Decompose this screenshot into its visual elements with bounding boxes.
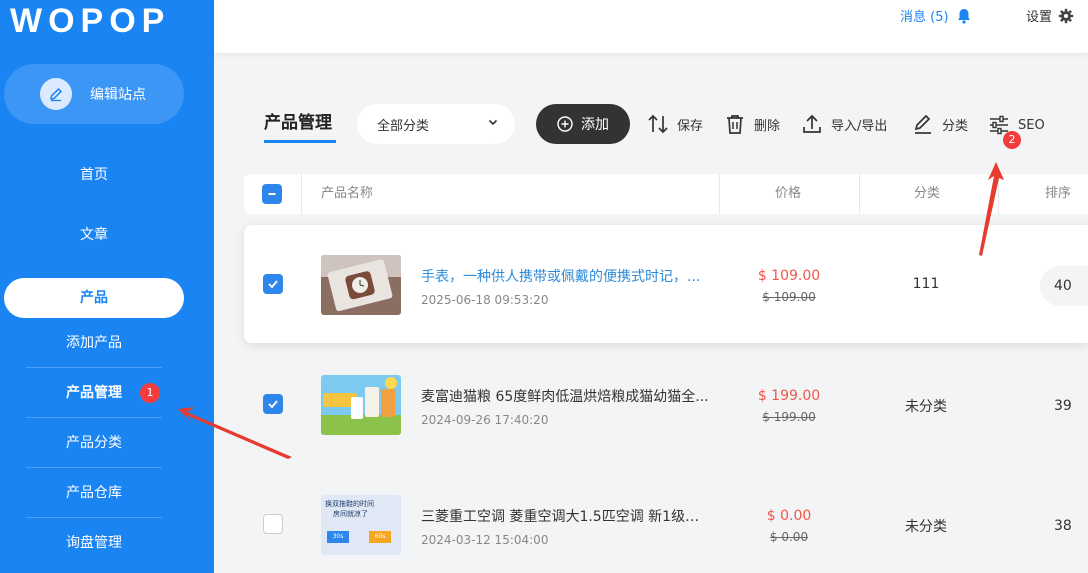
delete-label: 删除 (754, 118, 781, 134)
product-name[interactable]: 麦富迪猫粮 65度鲜肉低温烘焙粮成猫幼猫全... (421, 386, 711, 406)
thumb-tag-30s: 30s (327, 531, 349, 543)
table-header: 产品名称 价格 分类 排序 (244, 174, 1088, 239)
thumb-tag-60s: 60s (369, 531, 391, 543)
column-sort-label: 排序 (1045, 186, 1072, 201)
table-row[interactable]: 麦富迪猫粮 65度鲜肉低温烘焙粮成猫幼猫全... 2024-09-26 17:4… (244, 345, 1088, 463)
table-row[interactable]: 手表，一种供人携带或佩戴的便携式时记，... 2025-06-18 09:53:… (244, 225, 1088, 343)
nav-products[interactable]: 产品 (4, 278, 184, 318)
sort-arrows-icon (648, 114, 668, 134)
nav-home[interactable]: 首页 (4, 164, 184, 184)
product-category: 111 (912, 276, 940, 292)
sidebar: WOPOP 编辑站点 首页 文章 产品 添加产品 产品管理 1 产品分类 产品仓… (0, 0, 214, 573)
bell-icon (957, 8, 970, 24)
tab-product-manage[interactable]: 产品管理 (264, 108, 332, 133)
classify-button[interactable]: 分类 (912, 113, 968, 135)
column-divider (301, 174, 302, 214)
top-bar: 消息 (5) 设置 (214, 0, 1088, 53)
select-all-checkbox[interactable] (262, 184, 282, 204)
plus-circle-icon (557, 116, 573, 132)
column-divider (859, 174, 860, 214)
product-date: 2024-03-12 15:04:00 (421, 533, 549, 547)
row-checkbox[interactable] (263, 514, 283, 534)
nav-articles[interactable]: 文章 (4, 224, 184, 244)
product-original-price: $ 109.00 (762, 290, 816, 304)
upload-icon (803, 114, 821, 133)
edit-site-label: 编辑站点 (90, 87, 146, 103)
product-date: 2024-09-26 17:40:20 (421, 413, 549, 427)
chevron-down-icon (488, 119, 498, 126)
save-label: 保存 (677, 118, 704, 134)
product-price: $ 0.00 (766, 508, 812, 524)
tab-underline (264, 140, 336, 143)
add-button[interactable]: 添加 (536, 104, 630, 144)
row-checkbox[interactable] (263, 274, 283, 294)
sort-input[interactable]: 38 (1040, 506, 1088, 546)
import-export-button[interactable]: 导入/导出 (801, 113, 887, 135)
add-button-label: 添加 (581, 117, 609, 133)
annotation-badge-2: 2 (1003, 131, 1021, 149)
column-price: 价格 (775, 186, 802, 201)
sub-product-warehouse[interactable]: 产品仓库 (26, 468, 162, 518)
product-original-price: $ 199.00 (762, 410, 816, 424)
classify-label: 分类 (942, 118, 969, 134)
table-row[interactable]: 换双拖鞋的时间 房间就凉了 30s 60s 三菱重工空调 菱重空调大1.5匹空调… (244, 465, 1088, 573)
category-select[interactable]: 全部分类 (357, 104, 515, 144)
edit-site-button[interactable]: 编辑站点 (4, 64, 184, 124)
product-name[interactable]: 三菱重工空调 菱重空调大1.5匹空调 新1级能... (421, 506, 711, 526)
pencil-icon (40, 78, 72, 110)
column-product-name: 产品名称 (321, 186, 374, 201)
minus-icon (268, 193, 276, 195)
logo[interactable]: WOPOP (10, 2, 170, 41)
sort-input[interactable]: 40 (1040, 266, 1088, 306)
check-icon (268, 400, 278, 409)
sub-inquiry[interactable]: 询盘管理 (26, 518, 162, 568)
product-original-price: $ 0.00 (769, 530, 809, 544)
product-category: 未分类 (905, 519, 947, 535)
seo-label: SEO (1018, 117, 1045, 133)
product-category: 未分类 (905, 399, 947, 415)
product-thumbnail-watch[interactable] (321, 255, 401, 315)
messages-link[interactable]: 消息 (5) (900, 6, 971, 25)
import-export-label: 导入/导出 (831, 118, 888, 134)
sub-add-product[interactable]: 添加产品 (26, 318, 162, 368)
thumb-headline: 换双拖鞋的时间 (325, 500, 374, 508)
product-thumbnail-aircon[interactable]: 换双拖鞋的时间 房间就凉了 30s 60s (321, 495, 401, 555)
delete-button[interactable]: 删除 (724, 113, 780, 135)
column-sort[interactable]: 排序 (1045, 174, 1088, 239)
category-select-value: 全部分类 (377, 118, 430, 134)
settings-label: 设置 (1026, 10, 1053, 25)
annotation-badge-1: 1 (140, 383, 160, 403)
product-name[interactable]: 手表，一种供人携带或佩戴的便携式时记，... (421, 266, 711, 286)
thumb-subline: 房间就凉了 (333, 510, 368, 518)
product-price: $ 109.00 (757, 268, 821, 284)
product-price: $ 199.00 (757, 388, 821, 404)
messages-label: 消息 (5) (900, 10, 949, 25)
trash-icon (727, 115, 743, 134)
product-thumbnail-catfood[interactable] (321, 375, 401, 435)
column-divider (719, 174, 720, 214)
settings-link[interactable]: 设置 (1026, 6, 1074, 25)
column-divider (998, 174, 999, 214)
sub-product-category[interactable]: 产品分类 (26, 418, 162, 468)
check-icon (268, 280, 278, 289)
row-checkbox[interactable] (263, 394, 283, 414)
gear-icon (1058, 8, 1074, 23)
sort-input[interactable]: 39 (1040, 386, 1088, 426)
save-button[interactable]: 保存 (647, 113, 703, 135)
column-category: 分类 (914, 186, 941, 201)
pencil-icon (914, 114, 931, 134)
product-date: 2025-06-18 09:53:20 (421, 293, 549, 307)
